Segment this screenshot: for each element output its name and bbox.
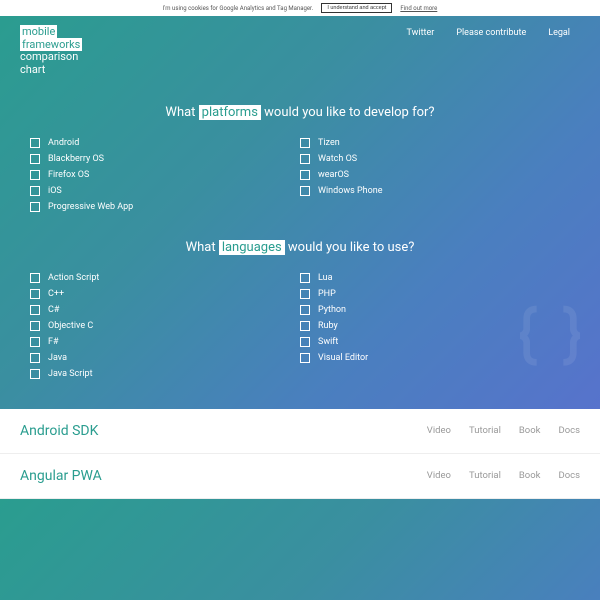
result-row: Android SDK Video Tutorial Book Docs [0,409,600,454]
nav-contribute[interactable]: Please contribute [456,28,526,77]
result-name[interactable]: Angular PWA [20,468,102,484]
language-label: F# [48,337,59,347]
platform-checkbox[interactable] [300,170,310,180]
language-label: Ruby [318,321,338,331]
language-checkbox[interactable] [300,337,310,347]
platform-row: wearOS [300,170,570,180]
language-checkbox[interactable] [300,353,310,363]
result-link-tutorial[interactable]: Tutorial [469,425,501,436]
platform-label: Progressive Web App [48,202,133,212]
platform-label: Firefox OS [48,170,89,180]
platform-label: Watch OS [318,154,357,164]
platform-checkbox[interactable] [30,170,40,180]
language-checkbox[interactable] [300,289,310,299]
platform-row: Android [30,138,300,148]
language-checkbox[interactable] [30,337,40,347]
language-row: F# [30,337,300,347]
language-label: Java [48,353,67,363]
result-links: Video Tutorial Book Docs [427,425,580,436]
platform-row: Windows Phone [300,186,570,196]
platform-label: wearOS [318,170,349,180]
language-label: Objective C [48,321,93,331]
result-name[interactable]: Android SDK [20,423,98,439]
platform-checkbox[interactable] [30,154,40,164]
cookie-bar: I'm using cookies for Google Analytics a… [0,0,600,16]
logo-line4: chart [20,64,82,77]
platform-row: Blackberry OS [30,154,300,164]
logo-line2: frameworks [20,38,82,51]
platform-label: Windows Phone [318,186,383,196]
language-checkbox[interactable] [30,273,40,283]
language-row: Python [300,305,570,315]
language-row: Ruby [300,321,570,331]
platform-row: iOS [30,186,300,196]
results-list: Android SDKVideoTutorialBookDocsAngular … [0,409,600,499]
result-link-tutorial[interactable]: Tutorial [469,470,501,481]
result-link-video[interactable]: Video [427,470,451,481]
language-row: Objective C [30,321,300,331]
nav-twitter[interactable]: Twitter [407,28,435,77]
language-checkbox[interactable] [30,305,40,315]
language-label: Python [318,305,346,315]
logo-line1: mobile [20,25,57,38]
cookie-more-link[interactable]: Find out more [400,5,437,12]
language-row: Swift [300,337,570,347]
language-row: PHP [300,289,570,299]
result-link-book[interactable]: Book [519,425,541,436]
language-row: Lua [300,273,570,283]
nav-legal[interactable]: Legal [548,28,570,77]
platforms-grid: Android Blackberry OS Firefox OS iOS Progres… [0,138,600,212]
platform-row: Watch OS [300,154,570,164]
question-platforms: What platforms would you like to develop… [0,105,600,120]
languages-grid: Action Script C++ C# Objective C F# Java Java … [0,273,600,379]
platform-checkbox[interactable] [300,154,310,164]
language-checkbox[interactable] [30,321,40,331]
language-row: C++ [30,289,300,299]
result-link-docs[interactable]: Docs [558,470,580,481]
result-links: Video Tutorial Book Docs [427,470,580,481]
platform-checkbox[interactable] [30,186,40,196]
language-row: Action Script [30,273,300,283]
platform-row: Tizen [300,138,570,148]
language-row: Visual Editor [300,353,570,363]
platform-label: Tizen [318,138,340,148]
language-checkbox[interactable] [30,369,40,379]
platform-row: Firefox OS [30,170,300,180]
language-label: C++ [48,289,64,299]
platform-checkbox[interactable] [30,138,40,148]
language-label: Swift [318,337,338,347]
platform-label: Android [48,138,79,148]
platform-checkbox[interactable] [300,138,310,148]
language-checkbox[interactable] [30,289,40,299]
result-link-video[interactable]: Video [427,425,451,436]
cookie-accept-button[interactable]: I understand and accept [321,3,392,13]
language-label: Action Script [48,273,99,283]
cookie-text: I'm using cookies for Google Analytics a… [163,5,314,12]
result-link-docs[interactable]: Docs [558,425,580,436]
header: mobile frameworks comparison chart Twitt… [0,16,600,77]
language-row: Java Script [30,369,300,379]
platform-row: Progressive Web App [30,202,300,212]
platform-label: Blackberry OS [48,154,104,164]
result-link-book[interactable]: Book [519,470,541,481]
nav: Twitter Please contribute Legal [407,26,570,77]
language-row: C# [30,305,300,315]
language-row: Java [30,353,300,363]
language-label: Lua [318,273,333,283]
platform-label: iOS [48,186,62,196]
language-checkbox[interactable] [30,353,40,363]
result-row: Angular PWA Video Tutorial Book Docs [0,454,600,499]
language-checkbox[interactable] [300,273,310,283]
language-checkbox[interactable] [300,305,310,315]
language-label: PHP [318,289,336,299]
logo: mobile frameworks comparison chart [20,26,82,77]
language-label: C# [48,305,59,315]
language-checkbox[interactable] [300,321,310,331]
language-label: Java Script [48,369,93,379]
language-label: Visual Editor [318,353,368,363]
question-languages: What languages would you like to use? [0,240,600,255]
platform-checkbox[interactable] [300,186,310,196]
platform-checkbox[interactable] [30,202,40,212]
